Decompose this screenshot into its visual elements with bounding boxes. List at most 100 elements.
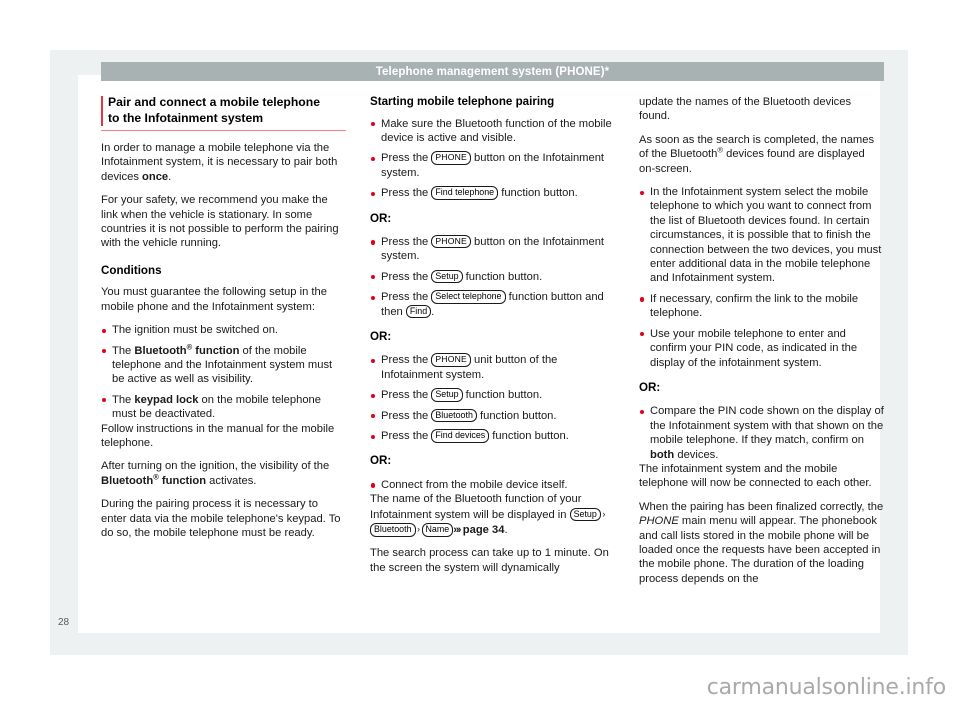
text-run: The	[112, 344, 135, 357]
text-run: Press the	[381, 409, 432, 422]
list-item: Press the PHONE button on the Infotainme…	[370, 234, 615, 264]
key-chip-setup[interactable]: Setup	[431, 388, 463, 402]
text-run: Press the	[381, 389, 432, 402]
pairing-steps-group-3: Press the PHONE unit button of the Infot…	[370, 353, 615, 443]
or-label-3: OR:	[370, 454, 392, 468]
key-chip-bluetooth[interactable]: Bluetooth	[370, 523, 416, 537]
section-title-line2: to the Infotainment system	[108, 110, 264, 125]
text-run: Press the	[381, 235, 432, 248]
conditions-list: The ignition must be switched on. The Bl…	[101, 323, 346, 421]
text-bold-once: once	[142, 170, 169, 183]
text-italic-phone: PHONE	[639, 515, 679, 528]
pairing-steps-group-1: Make sure the Bluetooth function of the …	[370, 117, 615, 201]
text-run: devices.	[674, 448, 719, 461]
list-item: The ignition must be switched on.	[101, 323, 346, 337]
text-run: Compare the PIN code shown on the displa…	[650, 405, 884, 447]
list-item: Compare the PIN code shown on the displa…	[639, 404, 884, 462]
paragraph-keypad-entry: During the pairing process it is necessa…	[101, 498, 341, 540]
text-run: function button.	[462, 389, 543, 402]
text-run: Bluetooth	[134, 344, 187, 357]
text-bold-both: both	[650, 448, 675, 461]
text-run: Press the	[381, 430, 432, 442]
text-run: .	[431, 305, 435, 318]
heading-starting-pairing: Starting mobile telephone pairing	[370, 95, 555, 108]
running-header-title: Telephone management system (PHONE)*	[375, 65, 610, 78]
cross-reference-arrows-icon: »›	[453, 524, 461, 537]
text-run: Bluetooth	[101, 474, 154, 487]
key-chip-find-devices[interactable]: Find devices	[431, 429, 490, 443]
list-item: Use your mobile telephone to enter and c…	[639, 327, 884, 370]
path-separator-icon: ›	[602, 508, 606, 519]
pdf-viewer: Telephone management system (PHONE)* 28 …	[0, 0, 960, 708]
text-run: After turning on the ignition, the visib…	[101, 460, 330, 473]
key-chip-phone[interactable]: PHONE	[431, 151, 471, 165]
text-run: function button.	[476, 409, 557, 422]
list-item: In the Infotainment system select the mo…	[639, 185, 884, 286]
text-run: .	[168, 170, 172, 183]
text-run: .	[504, 524, 508, 537]
running-header-bar: Telephone management system (PHONE)*	[101, 62, 884, 81]
key-chip-phone[interactable]: PHONE	[431, 353, 471, 367]
or-label-2: OR:	[370, 329, 392, 343]
list-item: Press the Setup function button.	[370, 388, 615, 402]
text-run: When the pairing has been finalized corr…	[639, 500, 884, 513]
key-chip-setup[interactable]: Setup	[431, 269, 463, 284]
text-run: Press the	[381, 187, 432, 200]
list-item: Press the Find telephone function button…	[370, 186, 615, 200]
text-run: Press the	[381, 152, 432, 165]
list-item: Press the PHONE unit button of the Infot…	[370, 353, 615, 382]
list-item: If necessary, confirm the link to the mo…	[639, 292, 884, 321]
list-item: Press the Find devices function button.	[370, 429, 615, 443]
section-title-line1: Pair and connect a mobile telephone	[108, 95, 320, 109]
text-run: function button.	[462, 270, 543, 283]
list-item: Make sure the Bluetooth function of the …	[370, 117, 615, 146]
column-left: Pair and connect a mobile telephone to t…	[101, 95, 346, 625]
list-item: Connect from the mobile device itself.	[370, 478, 615, 492]
list-item: Press the Select telephone function butt…	[370, 290, 615, 319]
paragraph-pairing-finalized: When the pairing has been finalized corr…	[639, 500, 884, 586]
cross-reference-page[interactable]: page 34	[463, 524, 505, 536]
list-item: The keypad lock on the mobile telephone …	[101, 393, 346, 422]
column-right: update the names of the Bluetooth device…	[639, 95, 884, 625]
pairing-steps-group-4: Connect from the mobile device itself.	[370, 478, 615, 492]
path-separator-icon: ›	[417, 524, 421, 535]
key-chip-name[interactable]: Name	[421, 523, 454, 537]
paragraph-safety: For your safety, we recommend you make t…	[101, 194, 339, 250]
paragraph-setup: You must guarantee the following setup i…	[101, 286, 327, 313]
paragraph-update-names: update the names of the Bluetooth device…	[639, 96, 852, 123]
key-chip-find[interactable]: Find	[405, 304, 432, 319]
text-run: In order to manage a mobile telephone vi…	[101, 142, 338, 183]
text-run: activates.	[206, 474, 257, 487]
or-label-1: OR:	[370, 211, 392, 225]
connection-steps-list: In the Infotainment system select the mo…	[639, 185, 884, 370]
key-chip-select-telephone[interactable]: Select telephone	[431, 290, 506, 304]
key-chip-find-telephone[interactable]: Find telephone	[431, 186, 499, 200]
paragraph-intro: In order to manage a mobile telephone vi…	[101, 141, 346, 184]
text-run: The	[112, 393, 135, 406]
text-run: function	[192, 344, 240, 357]
text-run: Press the	[381, 354, 432, 367]
watermark: carmanualsonline.info	[706, 675, 946, 700]
heading-conditions: Conditions	[101, 263, 162, 277]
paragraph-visibility: After turning on the ignition, the visib…	[101, 459, 346, 488]
column-middle: Starting mobile telephone pairing Make s…	[370, 95, 615, 625]
pairing-steps-group-2: Press the PHONE button on the Infotainme…	[370, 234, 615, 319]
paragraph-search-duration: The search process can take up to 1 minu…	[370, 547, 609, 574]
list-item: Press the Bluetooth function button.	[370, 408, 615, 423]
paragraph-search-completed: As soon as the search is completed, the …	[639, 133, 884, 176]
text-run: function button.	[498, 187, 578, 200]
text-bold: Bluetooth® function	[101, 473, 207, 487]
paragraph-bluetooth-name-path: The name of the Bluetooth function of yo…	[370, 492, 615, 537]
text-run: Press the	[381, 291, 432, 304]
list-item: Press the Setup function button.	[370, 269, 615, 284]
key-chip-bluetooth[interactable]: Bluetooth	[431, 408, 477, 423]
text-run: function button.	[489, 430, 569, 442]
section-title: Pair and connect a mobile telephone to t…	[101, 95, 346, 131]
key-chip-phone[interactable]: PHONE	[431, 234, 471, 249]
key-chip-setup[interactable]: Setup	[569, 507, 601, 522]
or-label-right: OR:	[639, 380, 661, 394]
text-run: function	[158, 474, 207, 487]
page-columns: Pair and connect a mobile telephone to t…	[101, 95, 884, 625]
list-item: The Bluetooth® function of the mobile te…	[101, 343, 346, 387]
text-bold: Bluetooth® function	[134, 343, 240, 357]
